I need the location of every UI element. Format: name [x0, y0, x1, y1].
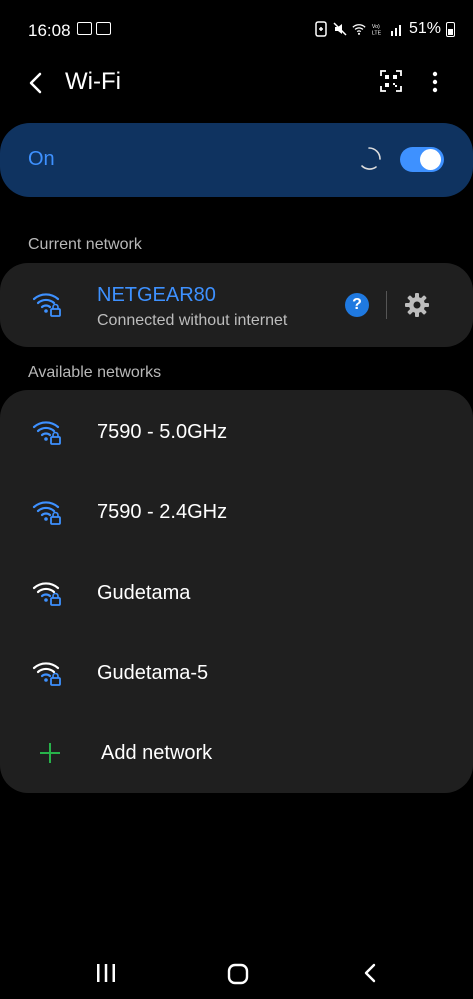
- wifi-icon: [352, 24, 366, 35]
- network-name: Gudetama: [97, 582, 191, 604]
- current-network-name[interactable]: NETGEAR80: [97, 284, 216, 307]
- nav-back-icon[interactable]: [360, 962, 382, 984]
- add-network-label: Add network: [101, 742, 213, 764]
- battery-percent: 51%: [408, 20, 441, 37]
- qr-scan-icon[interactable]: [380, 70, 402, 92]
- wifi-secured-icon: [32, 501, 61, 525]
- more-vert-icon[interactable]: [422, 69, 448, 95]
- scanning-spinner-icon: [361, 147, 381, 170]
- network-row[interactable]: 7590 - 2.4GHz: [0, 472, 473, 552]
- signal-icon: [390, 25, 401, 36]
- wifi-state-label: On: [28, 148, 55, 170]
- wifi-secured-icon: [32, 421, 61, 445]
- available-networks-header: Available networks: [28, 364, 162, 381]
- battery-saver-icon: [315, 21, 327, 37]
- email-icon: [96, 22, 111, 35]
- plus-icon: [40, 743, 60, 763]
- network-row[interactable]: Gudetama-5: [0, 633, 473, 713]
- current-network-header: Current network: [28, 236, 142, 253]
- notification-icons: [77, 22, 111, 35]
- current-network-status: Connected without internet: [97, 312, 288, 329]
- help-icon[interactable]: ?: [345, 293, 369, 317]
- status-right: Vo) LTE 51%: [314, 20, 455, 38]
- divider: [386, 291, 387, 319]
- network-name: Gudetama-5: [97, 662, 209, 684]
- network-name: 7590 - 2.4GHz: [97, 501, 228, 523]
- volte-icon: Vo)LTE: [372, 24, 382, 36]
- network-row[interactable]: 7590 - 5.0GHz: [0, 392, 473, 472]
- wifi-secured-icon: [32, 662, 61, 686]
- wifi-secured-icon: [32, 293, 61, 317]
- toggle-knob: [420, 149, 441, 170]
- app-bar: Wi-Fi: [0, 58, 473, 108]
- home-icon[interactable]: [227, 963, 249, 985]
- battery-icon: [446, 21, 455, 37]
- network-name: 7590 - 5.0GHz: [97, 421, 228, 443]
- recent-apps-icon[interactable]: [95, 964, 117, 982]
- network-row[interactable]: Gudetama: [0, 553, 473, 633]
- email-icon: [77, 22, 92, 35]
- status-time: 16:08: [28, 21, 71, 40]
- gear-icon[interactable]: [404, 292, 430, 318]
- mute-icon: [333, 22, 347, 36]
- wifi-toggle[interactable]: [400, 147, 444, 172]
- svg-text:Vo): Vo): [372, 24, 380, 30]
- svg-text:LTE: LTE: [372, 30, 382, 36]
- status-bar: 16:08 Vo) LTE 51%: [0, 0, 473, 62]
- add-network-row[interactable]: Add network: [0, 713, 473, 793]
- current-network-card[interactable]: [0, 263, 473, 347]
- page-title: Wi-Fi: [65, 68, 121, 95]
- wifi-secured-icon: [32, 582, 61, 606]
- system-nav-bar: [0, 945, 473, 999]
- back-arrow-icon[interactable]: [22, 68, 52, 98]
